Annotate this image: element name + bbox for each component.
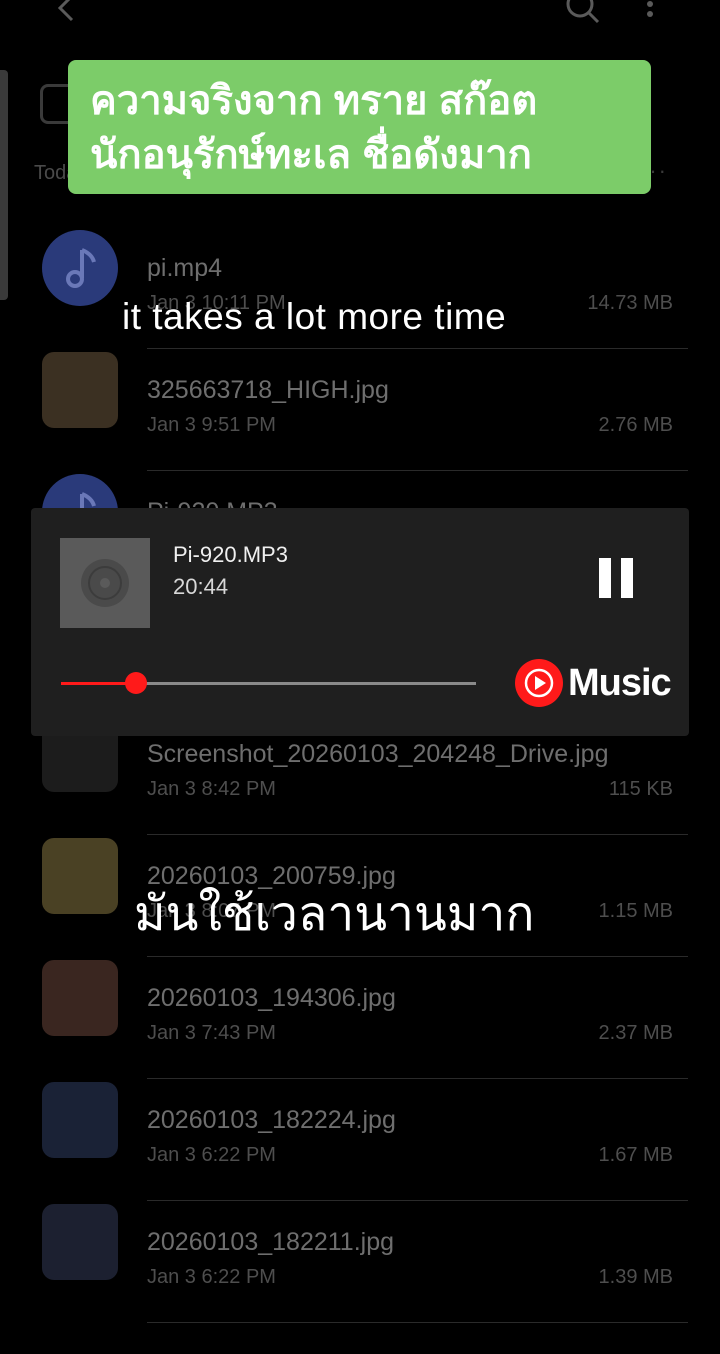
file-date: Jan 3 6:22 PM [147, 1266, 276, 1288]
back-arrow-icon[interactable] [50, 0, 80, 28]
file-name: 20260103_194306.jpg [147, 984, 396, 1012]
image-thumbnail [42, 352, 118, 428]
row-divider [147, 1078, 688, 1079]
headline-banner: ความจริงจาก ทราย สก๊อต นักอนุรักษ์ทะเล ช… [68, 60, 651, 194]
file-size: 1.15 MB [598, 900, 673, 922]
file-date: Jan 3 6:22 PM [147, 1144, 276, 1166]
disc-icon [81, 559, 129, 607]
track-time: 20:44 [173, 574, 229, 599]
pause-bar-right [621, 558, 633, 598]
more-options-icon[interactable] [638, 0, 662, 30]
file-list-item[interactable]: 20260103_182211.jpg Jan 3 6:22 PM 1.39 MB [0, 1204, 720, 1354]
subtitle-english: it takes a lot more time [122, 296, 507, 337]
file-name: pi.mp4 [147, 254, 223, 282]
headline-line-2: นักอนุรักษ์ทะเล ชื่อดังมาก [90, 133, 532, 177]
image-thumbnail [42, 1204, 118, 1280]
row-divider [147, 1322, 688, 1323]
row-divider [147, 348, 688, 349]
music-brand-label: Music [568, 662, 672, 704]
file-size: 2.37 MB [598, 1022, 673, 1044]
file-date: Jan 3 8:42 PM [147, 778, 276, 800]
pause-bar-left [599, 558, 611, 598]
file-size: 2.76 MB [598, 414, 673, 436]
file-size: 115 KB [608, 778, 673, 800]
pause-button[interactable] [597, 558, 637, 602]
file-date: Jan 3 9:51 PM [147, 414, 276, 436]
file-name: 325663718_HIGH.jpg [147, 376, 389, 404]
row-divider [147, 834, 688, 835]
image-thumbnail [42, 1082, 118, 1158]
file-size: 14.73 MB [587, 292, 673, 314]
row-divider [147, 470, 688, 471]
top-app-bar [0, 0, 720, 40]
file-size: 1.39 MB [598, 1266, 673, 1288]
headline-line-1: ความจริงจาก ทราย สก๊อต [90, 79, 538, 123]
search-icon[interactable] [560, 0, 604, 28]
image-thumbnail [42, 960, 118, 1036]
album-art [60, 538, 150, 628]
file-name: Screenshot_20260103_204248_Drive.jpg [147, 740, 609, 768]
file-name: 20260103_182224.jpg [147, 1106, 396, 1134]
seek-bar-handle[interactable] [125, 672, 147, 694]
file-list-item[interactable]: 325663718_HIGH.jpg Jan 3 9:51 PM 2.76 MB [0, 352, 720, 502]
subtitle-thai: มันใช้เวลานานมาก [134, 888, 535, 941]
file-size: 1.67 MB [598, 1144, 673, 1166]
youtube-music-logo-icon [515, 659, 563, 707]
music-note-icon [42, 230, 118, 306]
mini-player[interactable]: Pi-920.MP3 20:44 Music [31, 508, 689, 736]
row-divider [147, 956, 688, 957]
file-date: Jan 3 7:43 PM [147, 1022, 276, 1044]
image-thumbnail [42, 838, 118, 914]
track-title: Pi-920.MP3 [173, 542, 288, 567]
seek-bar[interactable] [61, 672, 476, 694]
row-divider [147, 1200, 688, 1201]
file-name: 20260103_182211.jpg [147, 1228, 395, 1256]
